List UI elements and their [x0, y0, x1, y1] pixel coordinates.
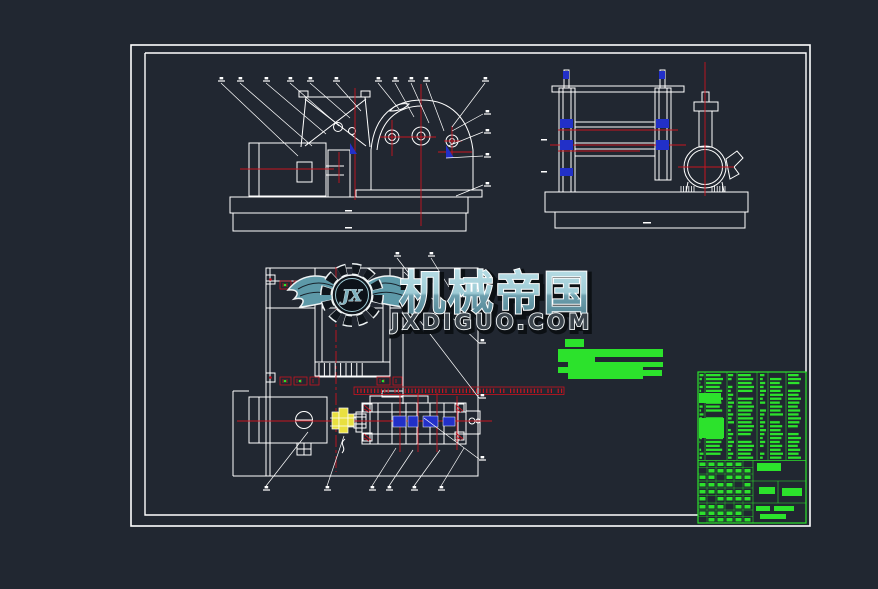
front-elevation-view: [229, 90, 483, 232]
plan-view-bearings: [392, 415, 456, 428]
coupling-highlight: [330, 407, 356, 434]
drawing-canvas: JX 机械帝国 机械帝国 JXDIGUO.COM JXDIGUO.COM: [130, 44, 811, 527]
site-text: JXDIGUO.COM: [389, 310, 593, 334]
side-view-bolts: [560, 71, 669, 176]
logo-monogram: JX: [339, 286, 363, 305]
watermark: JX 机械帝国 机械帝国 JXDIGUO.COM JXDIGUO.COM: [286, 263, 595, 339]
parts-table: [697, 371, 807, 524]
technical-note-block: [558, 339, 663, 379]
side-view-centerlines: [550, 62, 734, 196]
cad-viewport[interactable]: JX 机械帝国 机械帝国 JXDIGUO.COM JXDIGUO.COM: [0, 0, 878, 589]
